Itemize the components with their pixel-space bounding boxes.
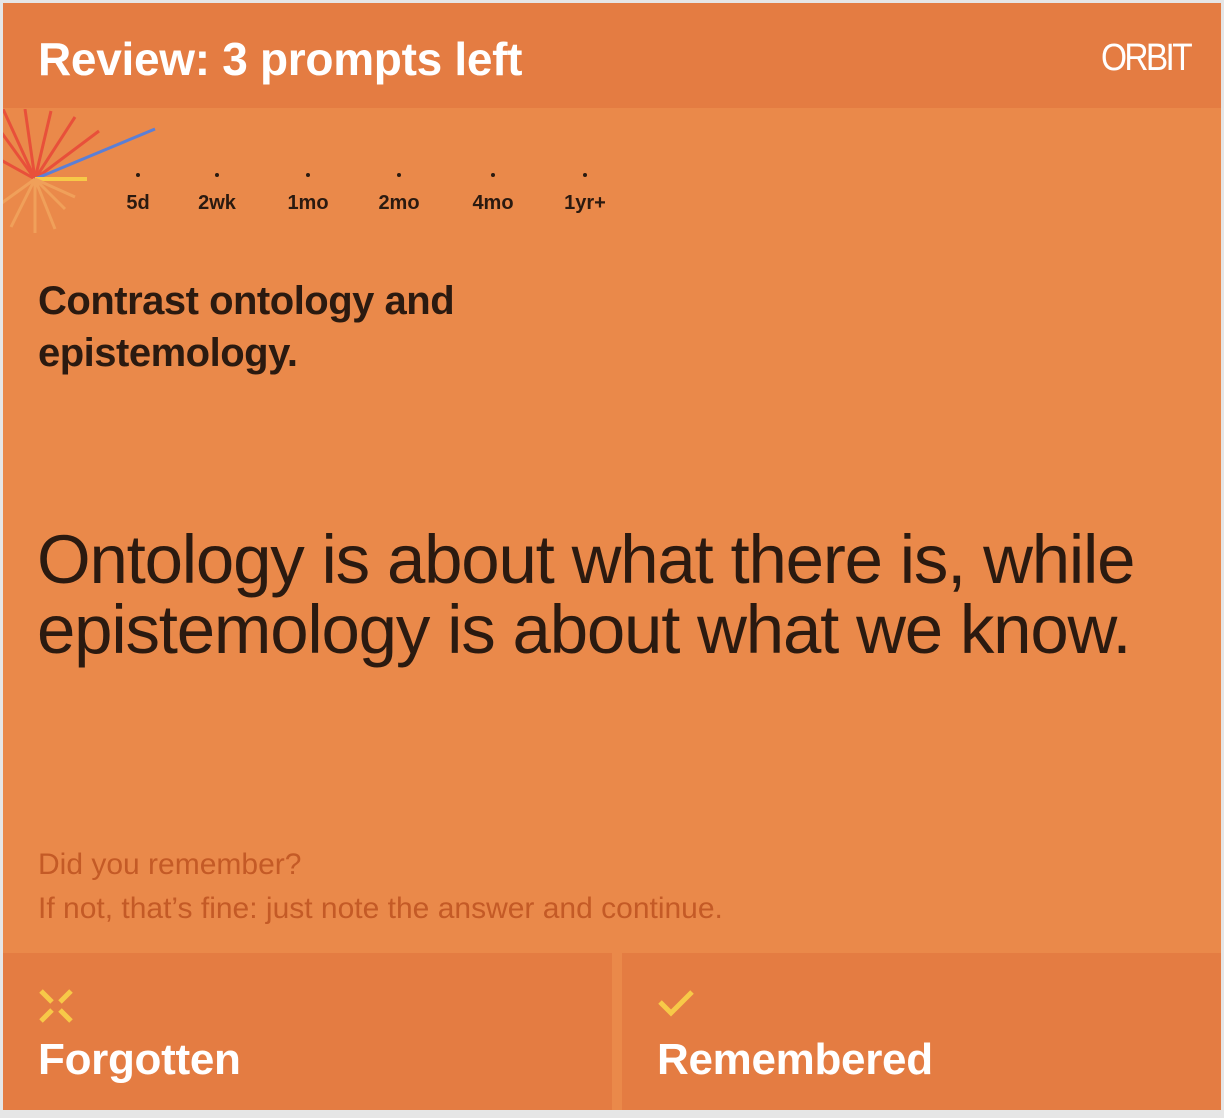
- review-status-title: Review: 3 prompts left: [38, 33, 523, 85]
- interval-dot: [306, 173, 310, 177]
- interval-tick: 2mo: [359, 163, 439, 215]
- header-bar: Review: 3 prompts left ORBIT: [3, 3, 1221, 108]
- interval-label: 4mo: [472, 192, 514, 214]
- interval-label: 1yr+: [564, 192, 606, 214]
- check-icon: [658, 990, 694, 1017]
- remember-hint: Did you remember? If not, that’s fine: j…: [38, 843, 1138, 931]
- interval-tick: 4mo: [453, 163, 533, 215]
- prompt-answer: Ontology is about what there is, while e…: [37, 521, 1136, 668]
- forgotten-label: Forgotten: [38, 1035, 241, 1084]
- remembered-button[interactable]: Remembered: [622, 953, 1221, 1110]
- interval-dot: [397, 173, 401, 177]
- interval-label: 1mo: [287, 192, 329, 214]
- interval-tick: 1mo: [268, 163, 348, 215]
- hint-line-question: Did you remember?: [38, 848, 302, 881]
- interval-dot: [215, 173, 219, 177]
- interval-dot: [491, 173, 495, 177]
- interval-dot: [136, 173, 140, 177]
- interval-label: 2wk: [198, 192, 236, 214]
- x-icon: [39, 989, 73, 1023]
- interval-label: 2mo: [378, 192, 420, 214]
- hint-line-instruction: If not, that’s fine: just note the answe…: [38, 892, 723, 925]
- interval-tick: 2wk: [177, 163, 257, 215]
- orbit-logo: ORBIT: [1101, 37, 1193, 79]
- forgotten-button[interactable]: Forgotten: [3, 953, 612, 1110]
- interval-label: 5d: [126, 192, 150, 214]
- prompt-question: Contrast ontology and epistemology.: [38, 279, 455, 375]
- remembered-label: Remembered: [657, 1035, 933, 1084]
- interval-tick: 5d: [98, 163, 178, 215]
- review-card: Review: 3 prompts left ORBIT 5d 2wk 1mo …: [3, 3, 1221, 1110]
- interval-tick: 1yr+: [545, 163, 625, 215]
- interval-dot: [583, 173, 587, 177]
